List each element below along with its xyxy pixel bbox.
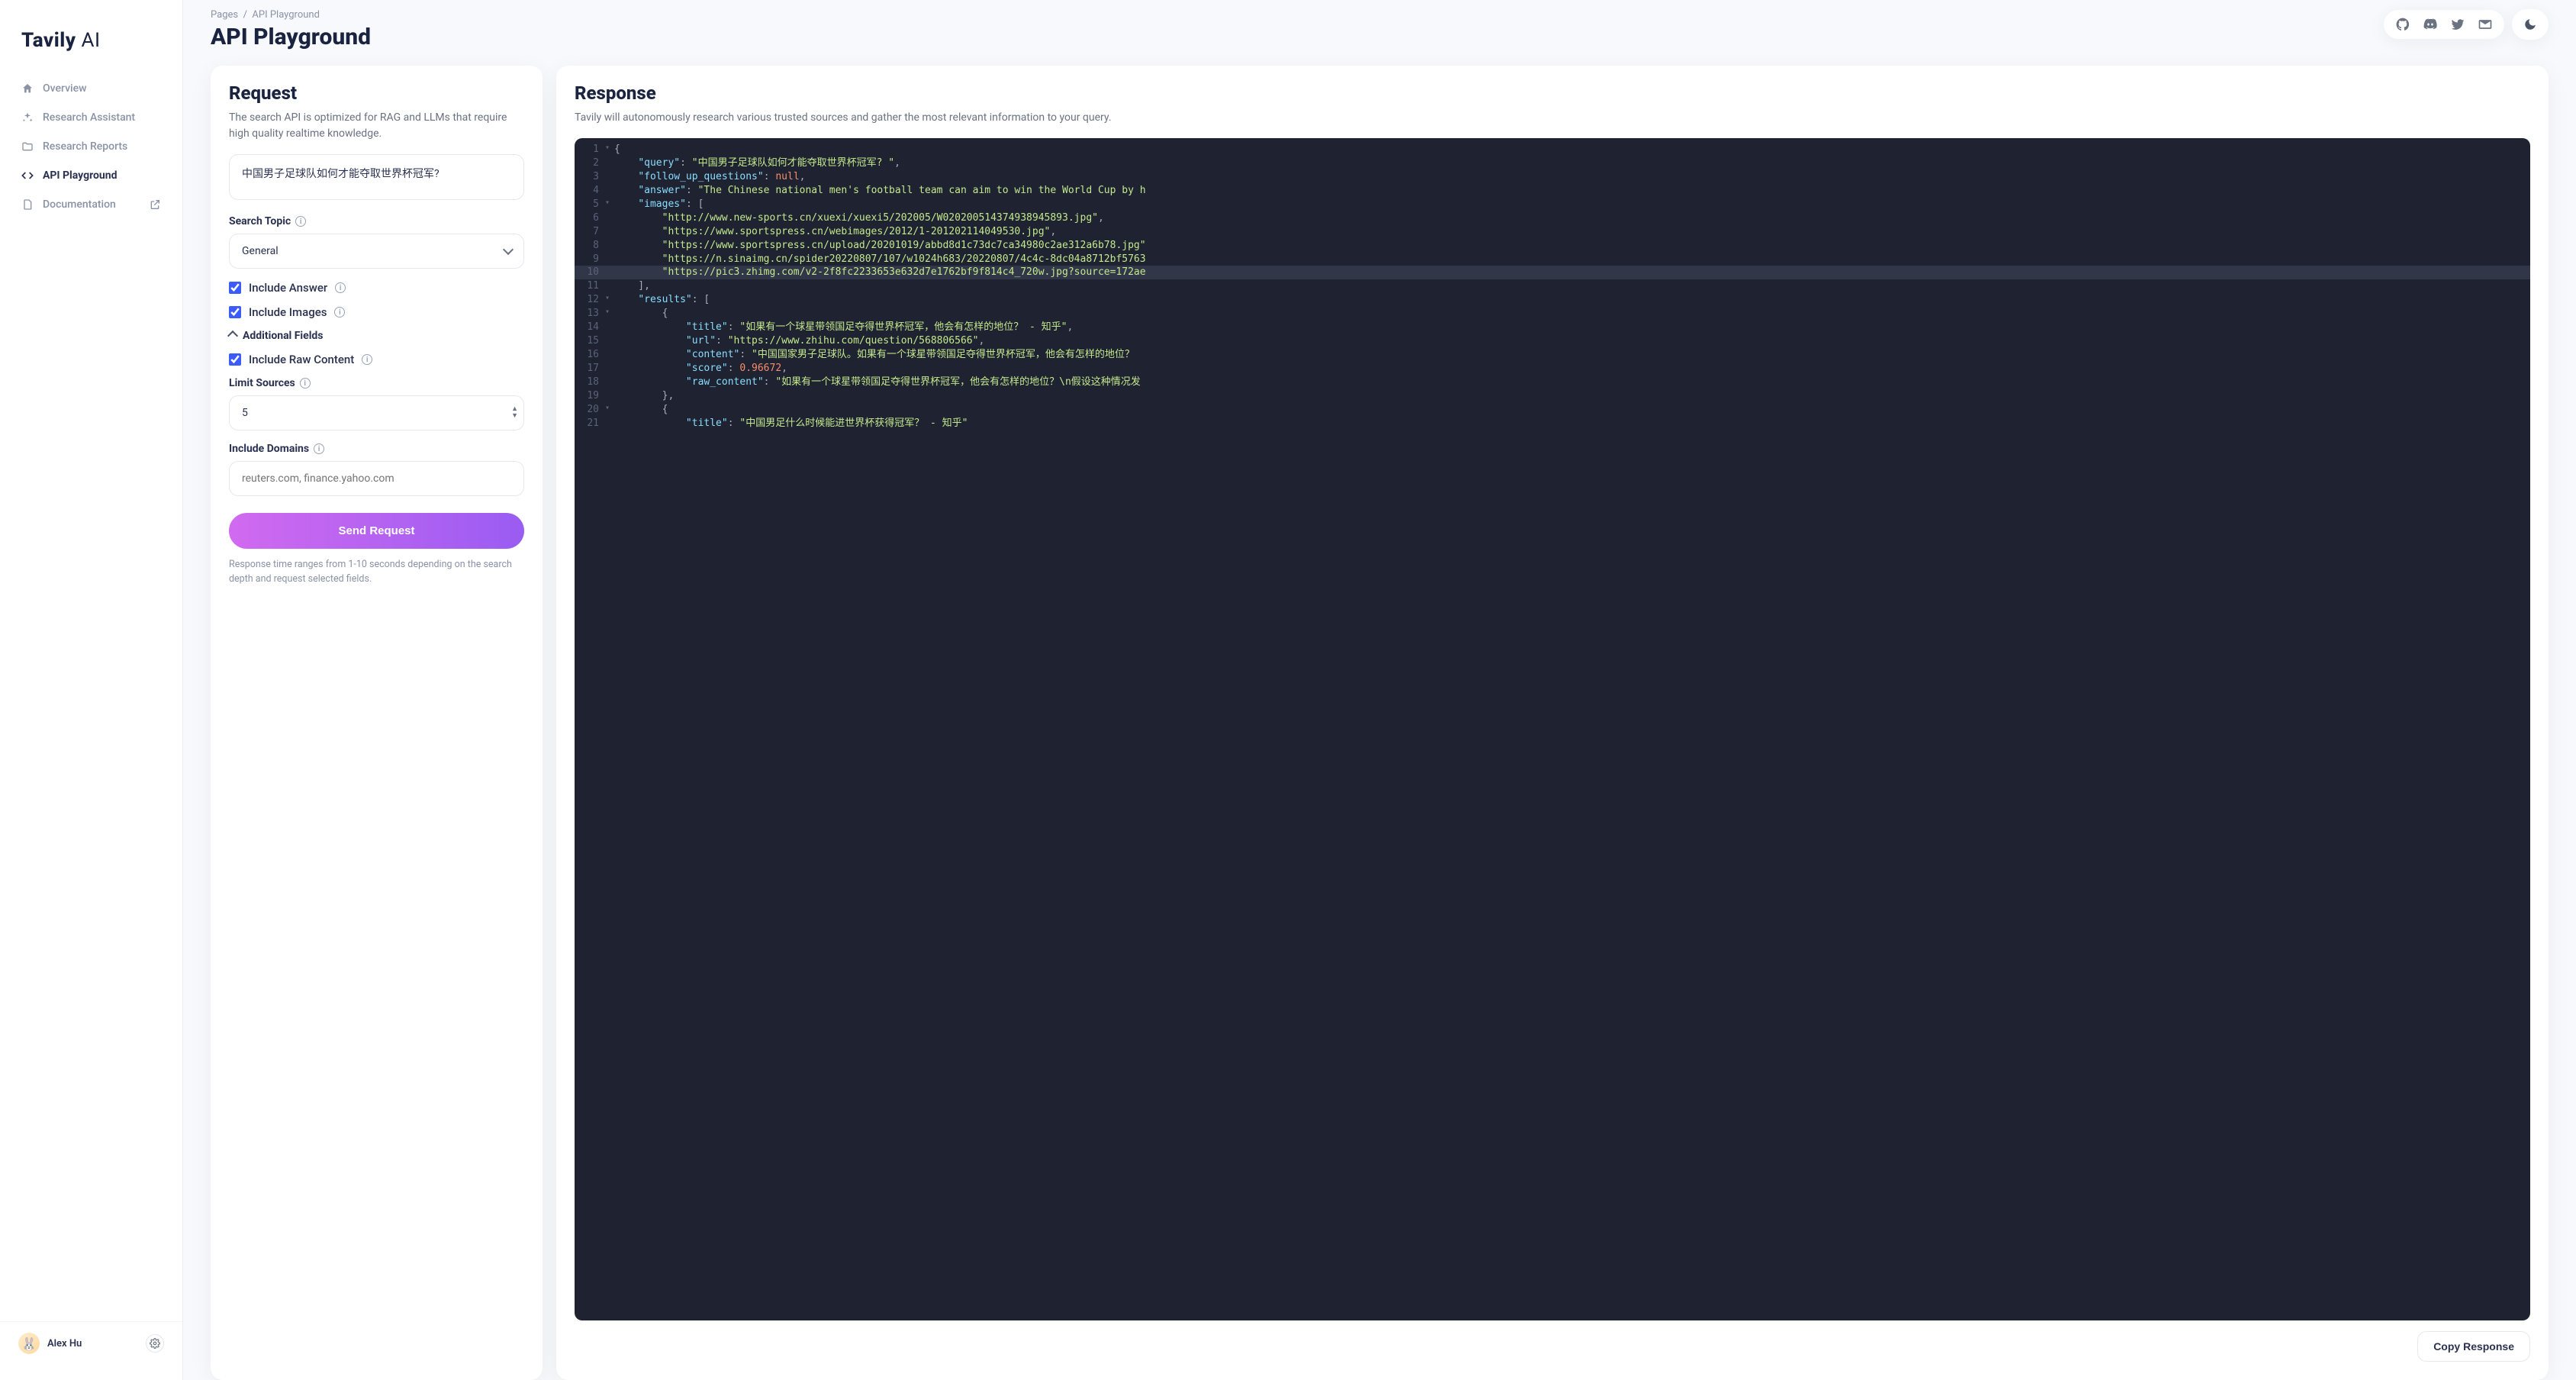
code-line: 19 },	[575, 389, 2530, 403]
breadcrumb: Pages / API Playground	[211, 9, 371, 21]
request-panel: Request The search API is optimized for …	[211, 66, 543, 1380]
code-line: 15 "url": "https://www.zhihu.com/questio…	[575, 334, 2530, 348]
nav-research-reports[interactable]: Research Reports	[6, 133, 176, 160]
code-line: 12▾ "results": [	[575, 293, 2530, 307]
include-answer-label[interactable]: Include Answer	[249, 281, 327, 295]
sidebar: Tavily AI Overview Research Assistant Re…	[0, 0, 183, 1380]
top-actions	[2384, 9, 2549, 40]
code-icon	[21, 169, 34, 182]
code-line: 1▾{	[575, 143, 2530, 156]
code-line: 4 "answer": "The Chinese national men's …	[575, 184, 2530, 198]
include-images-checkbox[interactable]	[229, 306, 241, 318]
username: Alex Hu	[47, 1338, 82, 1349]
request-title: Request	[229, 82, 524, 104]
home-icon	[21, 82, 34, 95]
limit-sources-input[interactable]	[229, 395, 524, 430]
nav-api-playground[interactable]: API Playground	[6, 162, 176, 189]
nav-research-assistant[interactable]: Research Assistant	[6, 104, 176, 131]
social-links	[2384, 10, 2504, 39]
code-line: 8 "https://www.sportspress.cn/upload/202…	[575, 239, 2530, 253]
theme-toggle[interactable]	[2512, 9, 2549, 40]
additional-fields-toggle[interactable]: Additional Fields	[229, 330, 524, 342]
sparkle-icon	[21, 111, 34, 124]
info-icon[interactable]: i	[334, 307, 345, 318]
response-title: Response	[575, 82, 2530, 104]
external-link-icon	[149, 198, 161, 211]
twitter-icon	[2450, 17, 2465, 32]
email-icon	[2478, 17, 2493, 32]
info-icon[interactable]: i	[295, 216, 306, 227]
limit-sources-label: Limit Sources i	[229, 377, 524, 389]
code-line: 10 "https://pic3.zhimg.com/v2-2f8fc22336…	[575, 266, 2530, 279]
settings-button[interactable]	[146, 1334, 164, 1353]
include-raw-label[interactable]: Include Raw Content	[249, 353, 354, 366]
info-icon[interactable]: i	[362, 354, 372, 365]
github-link[interactable]	[2394, 16, 2411, 33]
code-line: 3 "follow_up_questions": null,	[575, 170, 2530, 184]
code-line: 2 "query": "中国男子足球队如何才能夺取世界杯冠军? ",	[575, 156, 2530, 170]
response-description: Tavily will autonomously research variou…	[575, 110, 2530, 126]
stepper-down[interactable]: ▼	[511, 413, 518, 420]
include-domains-input[interactable]	[229, 461, 524, 496]
code-line: 7 "https://www.sportspress.cn/webimages/…	[575, 225, 2530, 239]
main-content: Pages / API Playground API Playground	[183, 0, 2576, 1380]
topbar: Pages / API Playground API Playground	[211, 9, 2549, 50]
send-request-button[interactable]: Send Request	[229, 513, 524, 549]
nav-documentation[interactable]: Documentation	[6, 191, 176, 218]
search-topic-select[interactable]: General	[229, 234, 524, 269]
info-icon[interactable]: i	[300, 378, 311, 389]
code-line: 14 "title": "如果有一个球星带领国足夺得世界杯冠军，他会有怎样的地位…	[575, 321, 2530, 334]
code-line: 16 "content": "中国国家男子足球队。如果有一个球星带领国足夺得世界…	[575, 348, 2530, 362]
email-link[interactable]	[2477, 16, 2494, 33]
discord-link[interactable]	[2422, 16, 2439, 33]
gear-icon	[150, 1338, 160, 1349]
number-stepper[interactable]: ▲ ▼	[511, 406, 518, 420]
response-time-note: Response time ranges from 1-10 seconds d…	[229, 558, 524, 587]
brand-logo: Tavily AI	[0, 15, 182, 75]
content-area: Request The search API is optimized for …	[211, 66, 2549, 1380]
github-icon	[2395, 17, 2410, 32]
response-code-viewer[interactable]: 1▾{2 "query": "中国男子足球队如何才能夺取世界杯冠军? ",3 "…	[575, 138, 2530, 1320]
discord-icon	[2423, 17, 2438, 32]
include-answer-checkbox[interactable]	[229, 282, 241, 294]
query-input[interactable]: 中国男子足球队如何才能夺取世界杯冠军?	[229, 154, 524, 200]
code-line: 21 "title": "中国男足什么时候能进世界杯获得冠军？ - 知乎"	[575, 417, 2530, 430]
include-raw-checkbox[interactable]	[229, 353, 241, 366]
info-icon[interactable]: i	[335, 282, 346, 293]
copy-response-button[interactable]: Copy Response	[2417, 1331, 2530, 1362]
code-line: 20▾ {	[575, 403, 2530, 417]
info-icon[interactable]: i	[314, 443, 324, 454]
sidebar-footer: 🐰 Alex Hu	[0, 1321, 182, 1365]
page-title: API Playground	[211, 24, 371, 50]
code-line: 18 "raw_content": "如果有一个球星带领国足夺得世界杯冠军，他会…	[575, 376, 2530, 389]
moon-icon	[2523, 18, 2537, 31]
search-topic-label: Search Topic i	[229, 215, 524, 227]
response-panel: Response Tavily will autonomously resear…	[556, 66, 2549, 1380]
code-line: 13▾ {	[575, 307, 2530, 321]
nav-overview[interactable]: Overview	[6, 75, 176, 102]
code-line: 6 "http://www.new-sports.cn/xuexi/xuexi5…	[575, 211, 2530, 225]
document-icon	[21, 198, 34, 211]
twitter-link[interactable]	[2449, 16, 2466, 33]
code-line: 11 ],	[575, 279, 2530, 293]
request-description: The search API is optimized for RAG and …	[229, 110, 524, 142]
code-line: 5▾ "images": [	[575, 198, 2530, 211]
include-domains-label: Include Domains i	[229, 443, 524, 455]
primary-nav: Overview Research Assistant Research Rep…	[0, 75, 182, 218]
avatar: 🐰	[18, 1333, 40, 1354]
include-images-label[interactable]: Include Images	[249, 305, 327, 319]
code-line: 17 "score": 0.96672,	[575, 362, 2530, 376]
code-line: 9 "https://n.sinaimg.cn/spider20220807/1…	[575, 253, 2530, 266]
folder-icon	[21, 140, 34, 153]
